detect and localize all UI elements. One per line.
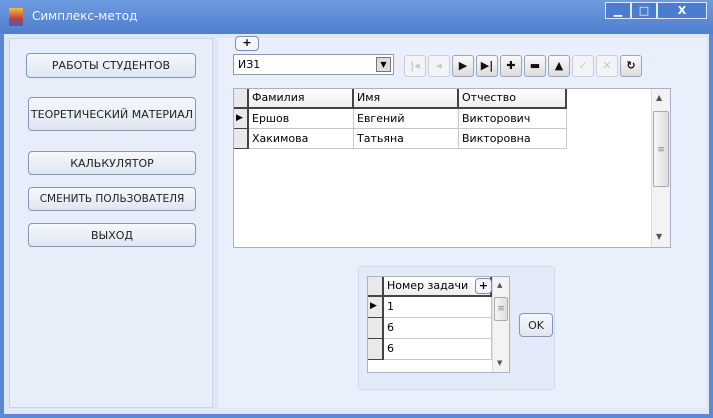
window-title: Симплекс-метод bbox=[32, 9, 138, 23]
scroll-thumb[interactable]: ≡ bbox=[494, 297, 508, 321]
ok-button[interactable]: OK bbox=[519, 313, 553, 337]
edit-icon[interactable]: ▲ bbox=[548, 55, 570, 77]
chevron-down-icon[interactable]: ▼ bbox=[376, 57, 391, 72]
expand-button[interactable]: + bbox=[235, 36, 259, 51]
table-cell[interactable]: Викторович bbox=[459, 109, 567, 129]
change-user-button[interactable]: СМЕНИТЬ ПОЛЬЗОВАТЕЛЯ bbox=[28, 187, 196, 211]
column-header[interactable]: Фамилия bbox=[249, 89, 354, 109]
column-header[interactable]: Отчество bbox=[459, 89, 567, 109]
scroll-down-icon[interactable]: ▼ bbox=[497, 359, 502, 367]
post-icon[interactable]: ✓ bbox=[572, 55, 594, 77]
group-select[interactable]: ИЗ1 ▼ bbox=[233, 54, 394, 75]
cancel-icon[interactable]: ✕ bbox=[596, 55, 618, 77]
column-header[interactable]: Имя bbox=[354, 89, 459, 109]
delete-icon[interactable]: ▬ bbox=[524, 55, 546, 77]
scroll-up-icon[interactable]: ▲ bbox=[497, 281, 502, 289]
scroll-down-icon[interactable]: ▼ bbox=[656, 232, 662, 241]
task-cell[interactable]: 1 bbox=[384, 297, 492, 318]
task-cell[interactable]: 6 bbox=[384, 339, 492, 360]
refresh-icon[interactable]: ↻ bbox=[620, 55, 642, 77]
add-task-button[interactable]: + bbox=[475, 278, 492, 294]
table-cell[interactable]: Хакимова bbox=[249, 129, 354, 149]
minimize-button[interactable]: ▁ bbox=[605, 2, 631, 19]
first-icon[interactable]: |◂ bbox=[404, 55, 426, 77]
calculator-button[interactable]: КАЛЬКУЛЯТОР bbox=[28, 151, 196, 175]
table-cell[interactable]: Ершов bbox=[249, 109, 354, 129]
app-icon bbox=[9, 8, 23, 26]
row-indicator[interactable] bbox=[368, 318, 384, 339]
table-cell[interactable]: Татьяна bbox=[354, 129, 459, 149]
last-icon[interactable]: ▶| bbox=[476, 55, 498, 77]
header-indicator bbox=[234, 89, 249, 109]
group-select-value: ИЗ1 bbox=[238, 58, 261, 71]
students-scrollbar[interactable]: ▲ ≡ ▼ bbox=[651, 89, 670, 247]
insert-icon[interactable]: ✚ bbox=[500, 55, 522, 77]
theory-button[interactable]: ТЕОРЕТИЧЕСКИЙ МАТЕРИАЛ bbox=[28, 97, 196, 131]
exit-button[interactable]: ВЫХОД bbox=[28, 223, 196, 247]
students-grid[interactable]: Фамилия Имя Отчество ▶ Ершов Евгений Викторови… bbox=[233, 88, 671, 248]
tasks-grid[interactable]: Номер задачи + ▶ 1 6 6 ▲ ≡ ▼ bbox=[367, 276, 510, 373]
row-indicator[interactable]: ▶ bbox=[234, 109, 249, 129]
task-cell[interactable]: 6 bbox=[384, 318, 492, 339]
title-bar: Симплекс-метод ▁ □ X bbox=[0, 0, 713, 34]
table-cell[interactable]: Евгений bbox=[354, 109, 459, 129]
close-button[interactable]: X bbox=[657, 2, 707, 19]
scroll-thumb[interactable]: ≡ bbox=[653, 111, 669, 187]
row-indicator[interactable]: ▶ bbox=[368, 297, 384, 318]
row-indicator[interactable] bbox=[368, 339, 384, 360]
maximize-button[interactable]: □ bbox=[631, 2, 657, 19]
next-icon[interactable]: ▶ bbox=[452, 55, 474, 77]
student-works-button[interactable]: РАБОТЫ СТУДЕНТОВ bbox=[26, 53, 196, 78]
scroll-up-icon[interactable]: ▲ bbox=[656, 93, 662, 102]
prior-icon[interactable]: ◂ bbox=[428, 55, 450, 77]
table-cell[interactable]: Викторовна bbox=[459, 129, 567, 149]
row-indicator[interactable] bbox=[234, 129, 249, 149]
tasks-scrollbar[interactable]: ▲ ≡ ▼ bbox=[492, 277, 509, 372]
